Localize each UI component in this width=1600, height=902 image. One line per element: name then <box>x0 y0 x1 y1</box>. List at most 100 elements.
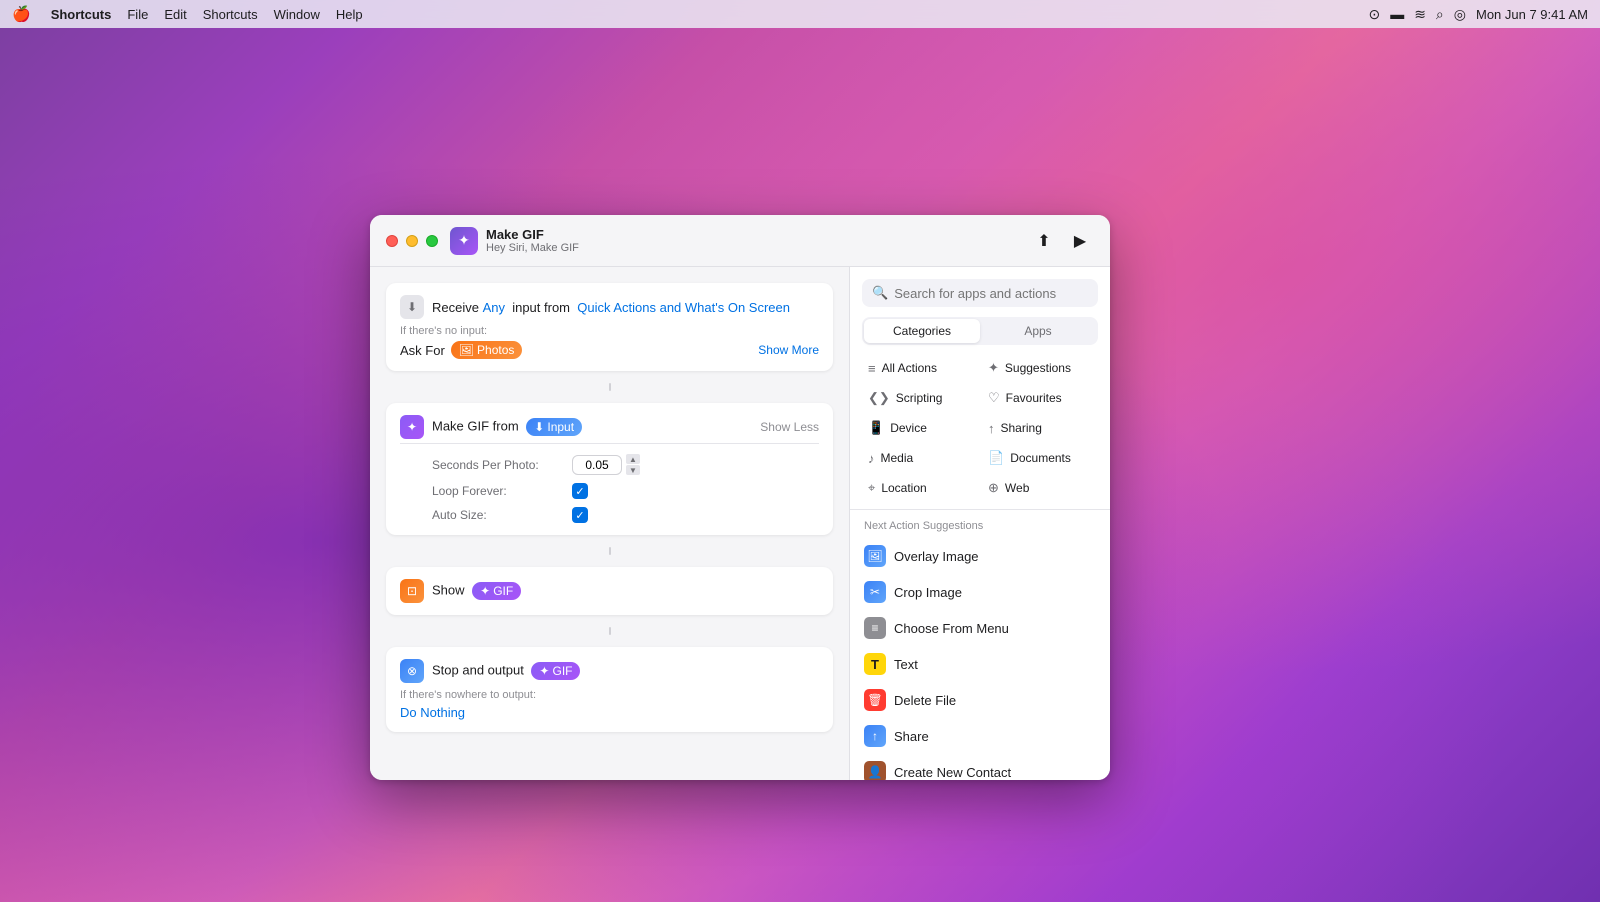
receive-header: ⬇ Receive Any input from Quick Actions a… <box>400 295 819 319</box>
action-text[interactable]: T Text <box>856 646 1104 682</box>
do-nothing-button[interactable]: Do Nothing <box>400 705 819 720</box>
siri-icon[interactable]: ◎ <box>1454 6 1466 23</box>
stepper-arrows: ▲ ▼ <box>626 454 640 475</box>
export-button[interactable]: ⬆ <box>1030 227 1058 255</box>
apple-menu[interactable]: 🍎 <box>12 5 31 23</box>
window-title-group: Make GIF Hey Siri, Make GIF <box>486 227 579 255</box>
actions-panel: 🔍 Categories Apps ≡ All Actions <box>850 267 1110 780</box>
divider-1 <box>400 443 819 444</box>
connector-3 <box>386 625 833 637</box>
actions-list: 🖼 Overlay Image ✂ Crop Image ≡ Choose Fr… <box>850 538 1110 780</box>
action-delete-file[interactable]: 🗑 Delete File <box>856 682 1104 718</box>
cat-location-label: Location <box>881 481 926 495</box>
photos-tag[interactable]: 🖼 Photos <box>451 341 523 359</box>
window-title: Make GIF <box>486 227 579 243</box>
cat-web-label: Web <box>1005 481 1029 495</box>
overlay-image-label: Overlay Image <box>894 549 979 564</box>
seconds-value: ▲ ▼ <box>572 454 640 475</box>
cat-all-actions[interactable]: ≡ All Actions <box>862 355 978 381</box>
control-center-icon[interactable]: ⊙ <box>1368 6 1380 23</box>
make-gif-title: Make GIF from ⬇Input <box>432 418 752 436</box>
cat-media[interactable]: ♪ Media <box>862 445 978 471</box>
battery-icon[interactable]: ▬ <box>1390 6 1404 22</box>
scripting-icon: ❮❯ <box>868 390 890 406</box>
cat-scripting[interactable]: ❮❯ Scripting <box>862 385 978 411</box>
favourites-icon: ♡ <box>988 390 1000 406</box>
menu-shortcuts[interactable]: Shortcuts <box>203 7 258 22</box>
sharing-icon: ↑ <box>988 421 995 436</box>
cat-device[interactable]: 📱 Device <box>862 415 978 441</box>
stepper-down[interactable]: ▼ <box>626 465 640 475</box>
menu-file[interactable]: File <box>127 7 148 22</box>
cat-suggestions[interactable]: ✦ Suggestions <box>982 355 1098 381</box>
cat-documents[interactable]: 📄 Documents <box>982 445 1098 471</box>
crop-image-label: Crop Image <box>894 585 962 600</box>
receive-icon: ⬇ <box>400 295 424 319</box>
if-nowhere-label: If there's nowhere to output: <box>400 689 819 701</box>
show-more-button[interactable]: Show More <box>758 343 819 357</box>
app-name: Shortcuts <box>51 7 112 22</box>
menu-edit[interactable]: Edit <box>164 7 186 22</box>
stepper-up[interactable]: ▲ <box>626 454 640 464</box>
wifi-icon[interactable]: ≋ <box>1414 6 1426 23</box>
tab-switcher: Categories Apps <box>862 317 1098 345</box>
device-icon: 📱 <box>868 420 884 436</box>
menu-items: File Edit Shortcuts Window Help <box>127 7 362 22</box>
loop-checkbox[interactable]: ✓ <box>572 483 588 499</box>
make-gif-header: ✦ Make GIF from ⬇Input Show Less <box>400 415 819 439</box>
action-overlay-image[interactable]: 🖼 Overlay Image <box>856 538 1104 574</box>
tab-apps[interactable]: Apps <box>980 319 1096 343</box>
cat-device-label: Device <box>890 421 927 435</box>
menubar-left: 🍎 Shortcuts File Edit Shortcuts Window H… <box>12 5 363 23</box>
categories-grid: ≡ All Actions ✦ Suggestions ❮❯ Scripting… <box>850 355 1110 509</box>
autosize-label: Auto Size: <box>432 508 572 522</box>
cat-sharing[interactable]: ↑ Sharing <box>982 415 1098 441</box>
action-share[interactable]: ↑ Share <box>856 718 1104 754</box>
maximize-button[interactable] <box>426 235 438 247</box>
connector-2 <box>386 545 833 557</box>
close-button[interactable] <box>386 235 398 247</box>
search-icon[interactable]: ⌕ <box>1436 6 1444 23</box>
action-choose-from-menu[interactable]: ≡ Choose From Menu <box>856 610 1104 646</box>
show-less-button[interactable]: Show Less <box>760 420 819 434</box>
crop-image-icon: ✂ <box>864 581 886 603</box>
make-gif-block: ✦ Make GIF from ⬇Input Show Less <box>386 403 833 535</box>
next-actions-label: Next Action Suggestions <box>850 516 1110 538</box>
input-tag[interactable]: Input <box>547 420 574 434</box>
cat-favourites[interactable]: ♡ Favourites <box>982 385 1098 411</box>
seconds-label: Seconds Per Photo: <box>432 458 572 472</box>
menu-window[interactable]: Window <box>274 7 320 22</box>
source-link[interactable]: Quick Actions and What's On Screen <box>577 300 790 315</box>
search-input[interactable] <box>894 286 1088 301</box>
seconds-input[interactable] <box>572 455 622 475</box>
make-gif-expanded: Seconds Per Photo: ▲ ▼ Loop Forever: <box>400 454 819 523</box>
connector-1 <box>386 381 833 393</box>
search-magnifier-icon: 🔍 <box>872 285 888 301</box>
tab-categories[interactable]: Categories <box>864 319 980 343</box>
documents-icon: 📄 <box>988 450 1004 466</box>
any-link[interactable]: Any <box>483 300 505 315</box>
window-subtitle: Hey Siri, Make GIF <box>486 242 579 254</box>
autosize-checkbox[interactable]: ✓ <box>572 507 588 523</box>
action-crop-image[interactable]: ✂ Crop Image <box>856 574 1104 610</box>
play-button[interactable]: ▶ <box>1066 227 1094 255</box>
minimize-button[interactable] <box>406 235 418 247</box>
cat-location[interactable]: ⌖ Location <box>862 475 978 501</box>
desktop: 🍎 Shortcuts File Edit Shortcuts Window H… <box>0 0 1600 902</box>
ask-for-line: Ask For 🖼 Photos Show More <box>400 341 819 359</box>
loop-label: Loop Forever: <box>432 484 572 498</box>
stop-output-block: ⊗ Stop and output ✦GIF If there's nowher… <box>386 647 833 732</box>
titlebar: ✦ Make GIF Hey Siri, Make GIF ⬆ ▶ <box>370 215 1110 267</box>
share-icon: ↑ <box>864 725 886 747</box>
all-actions-icon: ≡ <box>868 361 876 376</box>
suggestions-icon: ✦ <box>988 360 999 376</box>
cat-suggestions-label: Suggestions <box>1005 361 1071 375</box>
gif-tag-show[interactable]: GIF <box>493 584 513 598</box>
cat-media-label: Media <box>881 451 914 465</box>
stop-header: ⊗ Stop and output ✦GIF <box>400 659 819 683</box>
gif-tag-stop[interactable]: GIF <box>552 664 572 678</box>
cat-web[interactable]: ⊕ Web <box>982 475 1098 501</box>
search-box: 🔍 <box>862 279 1098 307</box>
action-create-contact[interactable]: 👤 Create New Contact <box>856 754 1104 780</box>
menu-help[interactable]: Help <box>336 7 363 22</box>
